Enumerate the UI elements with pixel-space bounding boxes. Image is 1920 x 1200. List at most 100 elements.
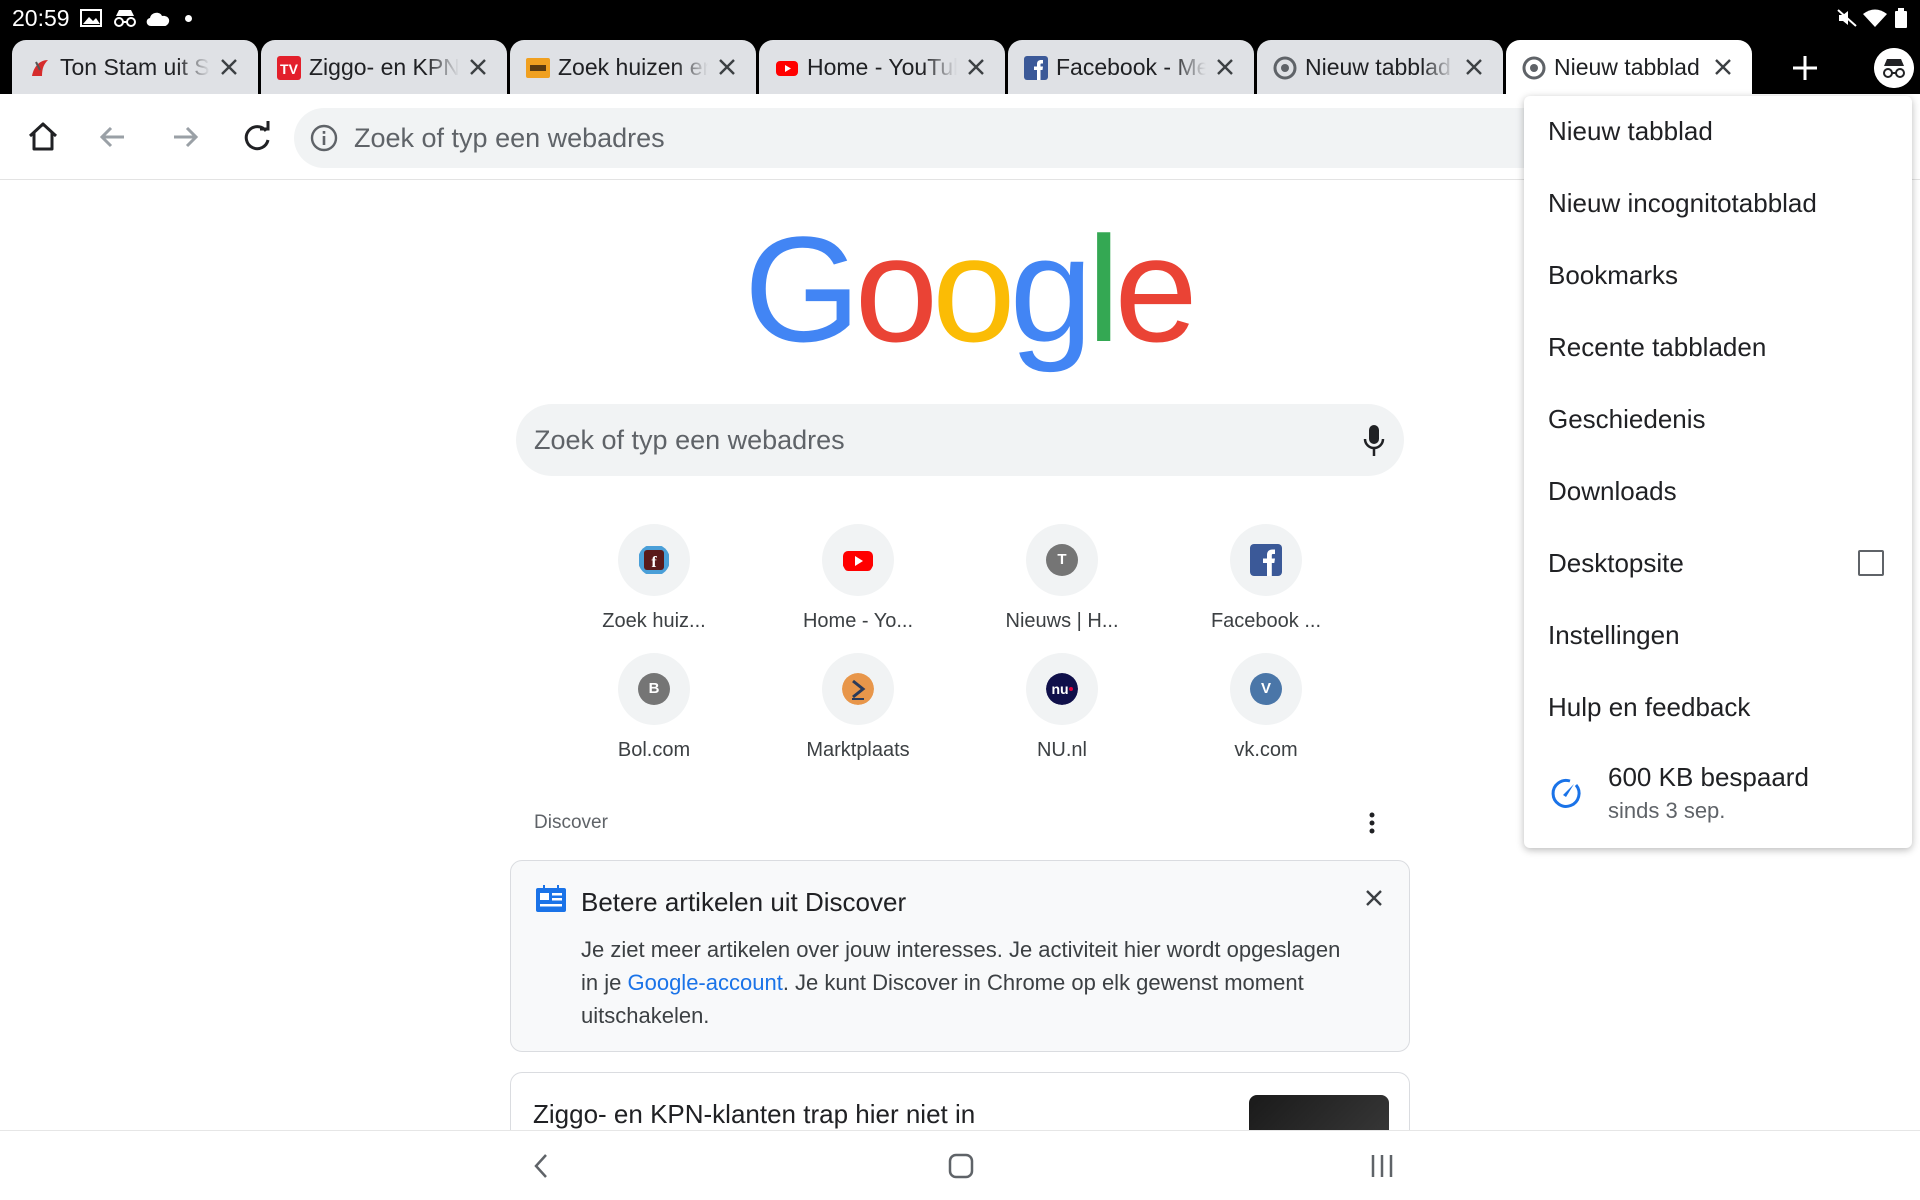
shortcut-label: Facebook ... — [1210, 610, 1322, 632]
more-vert-icon[interactable] — [1366, 808, 1378, 838]
nu-icon: nu — [1046, 673, 1078, 705]
google-logo: Google — [744, 214, 1198, 364]
close-icon[interactable] — [1363, 887, 1385, 909]
back-nav-icon[interactable] — [522, 1149, 562, 1183]
shortcut-tile[interactable]: Facebook ... — [1174, 524, 1354, 644]
new-tab-plus-icon[interactable] — [1789, 52, 1821, 84]
discover-heading: Discover — [534, 812, 608, 833]
data-saved-amount: 600 KB bespaard — [1608, 762, 1809, 792]
close-icon[interactable] — [467, 56, 489, 78]
status-bar: 20:59 — [0, 0, 1920, 36]
menu-item-label: Nieuw incognitotabblad — [1548, 188, 1817, 218]
tab-5[interactable]: Facebook - Mel — [1008, 40, 1254, 94]
tab-1[interactable]: Ton Stam uit S — [12, 40, 258, 94]
navigation-bar — [0, 1130, 1920, 1200]
tab-3[interactable]: Zoek huizen en — [510, 40, 756, 94]
clock: 20:59 — [12, 5, 70, 31]
close-icon[interactable] — [1712, 56, 1734, 78]
funda-icon: f — [639, 546, 669, 574]
menu-item-recent-tabs[interactable]: Recente tabbladen — [1524, 312, 1912, 384]
forward-arrow-icon[interactable] — [162, 114, 208, 160]
overflow-menu: Nieuw tabblad Nieuw incognitotabblad Boo… — [1524, 96, 1912, 848]
shortcut-label: Marktplaats — [806, 739, 910, 761]
youtube-favicon-icon — [776, 61, 798, 76]
facebook-icon — [1250, 544, 1282, 576]
tab-title: Ton Stam uit S — [60, 54, 210, 80]
incognito-icon — [114, 10, 136, 27]
omnibox-placeholder: Zoek of typ een webadres — [354, 123, 665, 153]
tab-title: Nieuw tabblad — [1554, 54, 1700, 80]
speedometer-icon — [1551, 778, 1581, 808]
close-icon[interactable] — [965, 56, 987, 78]
data-saved-since: sinds 3 sep. — [1608, 798, 1726, 823]
google-account-link[interactable]: Google-account — [627, 970, 782, 995]
menu-item-new-incognito-tab[interactable]: Nieuw incognitotabblad — [1524, 168, 1912, 240]
home-nav-icon[interactable] — [941, 1149, 981, 1183]
menu-item-bookmarks[interactable]: Bookmarks — [1524, 240, 1912, 312]
reload-icon[interactable] — [234, 114, 280, 160]
menu-item-history[interactable]: Geschiedenis — [1524, 384, 1912, 456]
menu-item-label: Desktopsite — [1548, 548, 1684, 578]
incognito-switch-icon[interactable] — [1874, 48, 1914, 88]
menu-item-settings[interactable]: Instellingen — [1524, 600, 1912, 672]
youtube-icon — [843, 551, 873, 571]
microphone-icon[interactable] — [1362, 424, 1386, 458]
tab-title: Nieuw tabblad — [1305, 54, 1451, 80]
tab-title: Facebook - Mel — [1056, 54, 1206, 80]
letter-icon: B — [638, 673, 670, 705]
logo-letter: g — [1009, 205, 1093, 373]
menu-item-new-tab[interactable]: Nieuw tabblad — [1524, 96, 1912, 168]
recents-nav-icon[interactable] — [1362, 1149, 1402, 1183]
shortcut-tile[interactable]: V vk.com — [1174, 653, 1354, 773]
close-icon[interactable] — [1214, 56, 1236, 78]
back-arrow-icon[interactable] — [90, 114, 136, 160]
menu-item-label: Instellingen — [1548, 620, 1680, 650]
card-title: Betere artikelen uit Discover — [581, 887, 907, 917]
tab-4[interactable]: Home - YouTub — [759, 40, 1005, 94]
notification-dot — [185, 15, 192, 22]
letter-icon: V — [1250, 673, 1282, 705]
tab-strip: Ton Stam uit S TV Ziggo- en KPN- Zoek hu… — [0, 36, 1920, 94]
article-card[interactable]: Ziggo- en KPN-klanten trap hier niet in — [510, 1072, 1410, 1132]
tab-7-active[interactable]: Nieuw tabblad — [1506, 40, 1752, 94]
menu-item-downloads[interactable]: Downloads — [1524, 456, 1912, 528]
desktop-site-checkbox[interactable] — [1858, 550, 1884, 576]
card-body: Je ziet meer artikelen over jouw interes… — [581, 933, 1341, 1032]
close-icon[interactable] — [716, 56, 738, 78]
letter-icon: T — [1046, 544, 1078, 576]
logo-letter: o — [932, 205, 1015, 373]
shortcut-label: NU.nl — [1036, 739, 1087, 761]
tv-favicon-icon: TV — [277, 56, 301, 80]
tab-6[interactable]: Nieuw tabblad — [1257, 40, 1503, 94]
tab-2[interactable]: TV Ziggo- en KPN- — [261, 40, 507, 94]
shortcut-tile[interactable]: T Nieuws | H... — [970, 524, 1150, 644]
ntp-search-box[interactable]: Zoek of typ een webadres — [516, 404, 1404, 476]
discover-promo-card: Betere artikelen uit Discover Je ziet me… — [510, 860, 1410, 1052]
menu-item-data-saver[interactable]: 600 KB bespaard sinds 3 sep. — [1524, 756, 1912, 836]
shortcut-tile[interactable]: Marktplaats — [766, 653, 946, 773]
facebook-favicon-icon — [1024, 56, 1048, 80]
close-icon[interactable] — [1463, 56, 1485, 78]
logo-letter: G — [744, 205, 861, 373]
menu-item-help-feedback[interactable]: Hulp en feedback — [1524, 672, 1912, 744]
shortcut-icon-bg — [822, 653, 894, 725]
shortcut-icon-bg: T — [1026, 524, 1098, 596]
menu-item-desktop-site[interactable]: Desktopsite — [1524, 528, 1912, 600]
shortcut-tile[interactable]: B Bol.com — [562, 653, 742, 773]
shortcut-label: Zoek huiz... — [602, 610, 706, 632]
shortcut-icon-bg: V — [1230, 653, 1302, 725]
cloud-icon — [146, 12, 170, 26]
mute-icon — [1837, 9, 1857, 27]
close-icon[interactable] — [218, 56, 240, 78]
shortcut-label: Bol.com — [617, 739, 691, 761]
shortcut-tile[interactable]: f Zoek huiz... — [562, 524, 742, 644]
info-icon[interactable] — [310, 124, 338, 152]
shortcut-tile[interactable]: Home - Yo... — [766, 524, 946, 644]
chrome-favicon-icon — [1273, 56, 1297, 80]
shortcut-label: Nieuws | H... — [1005, 610, 1119, 632]
menu-item-label: Recente tabbladen — [1548, 332, 1767, 362]
search-placeholder: Zoek of typ een webadres — [534, 425, 845, 455]
shortcut-label: Home - Yo... — [802, 610, 914, 632]
shortcut-tile[interactable]: nu NU.nl — [970, 653, 1150, 773]
home-icon[interactable] — [20, 114, 66, 160]
